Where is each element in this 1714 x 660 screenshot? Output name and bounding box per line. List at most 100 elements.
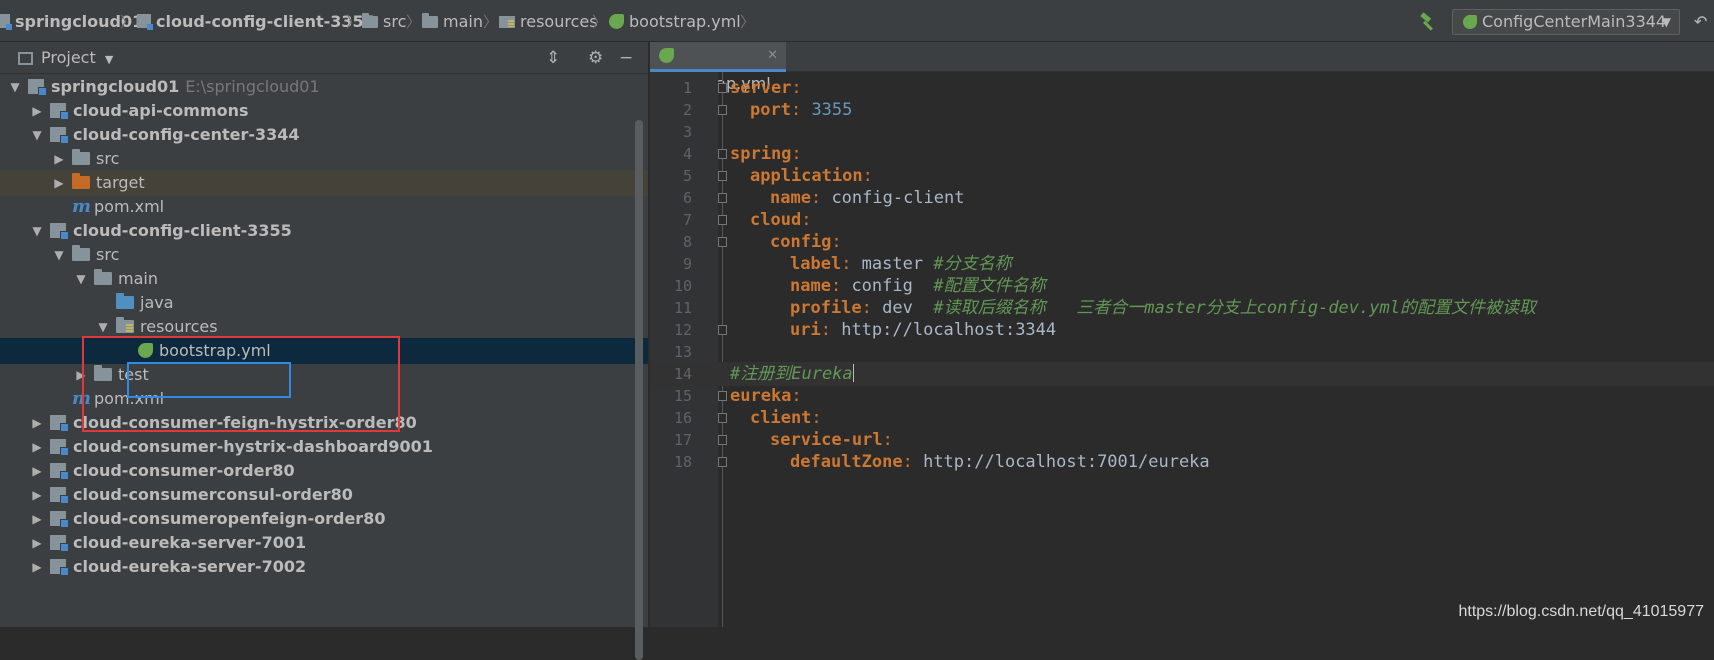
- navigation-bar: springcloud01 〉 cloud-config-client-3355…: [0, 0, 1714, 42]
- tree-item[interactable]: ▶ test: [0, 362, 648, 388]
- tree-item[interactable]: ▼ cloud-config-client-3355: [0, 218, 648, 244]
- hammer-icon[interactable]: [1418, 12, 1438, 32]
- code-line: service-url:: [770, 428, 893, 452]
- yaml-sep: :: [882, 430, 893, 450]
- expanded-arrow-icon[interactable]: ▼: [74, 266, 88, 292]
- fold-marker-icon[interactable]: [718, 105, 727, 115]
- collapsed-arrow-icon[interactable]: ▶: [30, 98, 44, 124]
- tree-item[interactable]: m pom.xml: [0, 386, 648, 412]
- tree-item[interactable]: ▼ cloud-config-center-3344: [0, 122, 648, 148]
- expanded-arrow-icon[interactable]: ▼: [30, 218, 44, 244]
- project-path: E:\springcloud01: [185, 77, 320, 96]
- yaml-comment: #分支名称: [933, 254, 1012, 274]
- back-icon[interactable]: ↶: [1694, 12, 1707, 31]
- yaml-key: name: [790, 276, 831, 296]
- expanded-arrow-icon[interactable]: ▼: [8, 74, 22, 100]
- tree-item-label: test: [94, 362, 149, 388]
- fold-marker-icon[interactable]: [718, 391, 727, 401]
- tree-item-label: cloud-eureka-server-7001: [50, 530, 306, 556]
- tree-item[interactable]: ▶ cloud-consumeropenfeign-order80: [0, 506, 648, 532]
- tab-bootstrap-yml[interactable]: bootstrap.yml ✕: [650, 42, 786, 93]
- module-icon: [50, 415, 69, 432]
- fold-marker-icon[interactable]: [718, 435, 727, 445]
- tree-item-text: pom.xml: [94, 389, 165, 408]
- collapsed-arrow-icon[interactable]: ▶: [30, 530, 44, 556]
- line-number: 4: [682, 145, 692, 163]
- fold-marker-icon[interactable]: [718, 149, 727, 159]
- code-line: name: config-client: [770, 186, 965, 210]
- editor-panel: bootstrap.yml ✕ 1 server: 2 port: 3355 3 4 spr…: [650, 42, 1714, 627]
- breadcrumb-item-main[interactable]: main: [422, 11, 483, 33]
- fold-marker-icon[interactable]: [718, 457, 727, 467]
- tree-item-text: cloud-consumer-feign-hystrix-order80: [73, 413, 417, 432]
- tree-item[interactable]: bootstrap.yml: [0, 338, 648, 364]
- line-number: 16: [673, 409, 692, 427]
- code-line: config:: [770, 230, 842, 254]
- tree-item[interactable]: ▶ cloud-consumer-order80: [0, 458, 648, 484]
- collapse-all-icon[interactable]: ⇕: [546, 48, 560, 68]
- tree-item[interactable]: ▶ cloud-api-commons: [0, 98, 648, 124]
- yaml-sep: :: [902, 452, 924, 472]
- fold-marker-icon[interactable]: [718, 325, 727, 335]
- collapsed-arrow-icon[interactable]: ▶: [30, 506, 44, 532]
- tree-item[interactable]: ▶ cloud-consumer-feign-hystrix-order80: [0, 410, 648, 436]
- breadcrumb-separator: 〉: [740, 13, 756, 31]
- minimize-icon[interactable]: −: [619, 48, 633, 68]
- breadcrumb-item-src[interactable]: src: [362, 11, 406, 33]
- module-icon: [50, 439, 69, 456]
- breadcrumb-item-module[interactable]: cloud-config-client-3355: [137, 11, 375, 33]
- tree-item[interactable]: ▶ target: [0, 170, 648, 196]
- close-icon[interactable]: ✕: [767, 42, 778, 70]
- tree-item[interactable]: m pom.xml: [0, 194, 648, 220]
- fold-marker-icon[interactable]: [718, 215, 727, 225]
- yaml-key: spring: [730, 144, 792, 164]
- gear-icon[interactable]: ⚙: [588, 48, 603, 68]
- collapsed-arrow-icon[interactable]: ▶: [30, 458, 44, 484]
- collapsed-arrow-icon[interactable]: ▶: [52, 146, 66, 172]
- project-scrollbar[interactable]: [635, 120, 643, 660]
- tree-item[interactable]: ▼ src: [0, 242, 648, 268]
- fold-marker-icon[interactable]: [718, 171, 727, 181]
- fold-marker-icon[interactable]: [718, 193, 727, 203]
- collapsed-arrow-icon[interactable]: ▶: [30, 434, 44, 460]
- run-configuration-selector[interactable]: ConfigCenterMain3344 ▼: [1452, 9, 1680, 35]
- tree-item[interactable]: ▶ cloud-eureka-server-7001: [0, 530, 648, 556]
- fold-marker-icon[interactable]: [718, 413, 727, 423]
- fold-marker-icon[interactable]: [718, 237, 727, 247]
- collapsed-arrow-icon[interactable]: ▶: [74, 362, 88, 388]
- tree-item[interactable]: ▶ src: [0, 146, 648, 172]
- maven-icon: m: [72, 196, 92, 217]
- collapsed-arrow-icon[interactable]: ▶: [30, 554, 44, 580]
- expanded-arrow-icon[interactable]: ▼: [96, 314, 110, 340]
- fold-marker-icon[interactable]: [718, 83, 727, 93]
- tree-item-text: bootstrap.yml: [159, 341, 271, 360]
- yaml-key: config: [770, 232, 832, 252]
- module-icon: [50, 535, 69, 552]
- tree-item[interactable]: ▶ cloud-consumer-hystrix-dashboard9001: [0, 434, 648, 460]
- expanded-arrow-icon[interactable]: ▼: [52, 242, 66, 268]
- breadcrumb-separator: 〉: [346, 13, 362, 31]
- yaml-key: port: [750, 100, 791, 120]
- spring-leaf-icon: [138, 343, 153, 358]
- tree-item[interactable]: ▼ resources: [0, 314, 648, 340]
- tree-item[interactable]: ▶ cloud-eureka-server-7002: [0, 554, 648, 580]
- yaml-key: client: [750, 408, 812, 428]
- tree-item-label: springcloud01 E:\springcloud01: [28, 74, 320, 100]
- collapsed-arrow-icon[interactable]: ▶: [52, 170, 66, 196]
- breadcrumb-item-file[interactable]: bootstrap.yml: [609, 11, 741, 33]
- tree-item[interactable]: ▶ cloud-consumerconsul-order80: [0, 482, 648, 508]
- collapsed-arrow-icon[interactable]: ▶: [30, 410, 44, 436]
- resources-folder-icon: [116, 317, 134, 333]
- tree-item[interactable]: ▼ main: [0, 266, 648, 292]
- module-icon: [50, 127, 69, 144]
- expanded-arrow-icon[interactable]: ▼: [30, 122, 44, 148]
- collapsed-arrow-icon[interactable]: ▶: [30, 482, 44, 508]
- tree-item-text: cloud-eureka-server-7002: [73, 557, 307, 576]
- tree-item[interactable]: java: [0, 290, 648, 316]
- project-view-selector[interactable]: Project ▼: [18, 47, 113, 71]
- tree-item[interactable]: ▼ springcloud01 E:\springcloud01: [0, 74, 648, 100]
- breadcrumb-item-resources[interactable]: resources: [499, 11, 598, 33]
- project-tree: ▼ springcloud01 E:\springcloud01 ▶ cloud-api…: [0, 74, 648, 627]
- yaml-key: profile: [790, 298, 862, 318]
- tree-item-text: test: [118, 365, 149, 384]
